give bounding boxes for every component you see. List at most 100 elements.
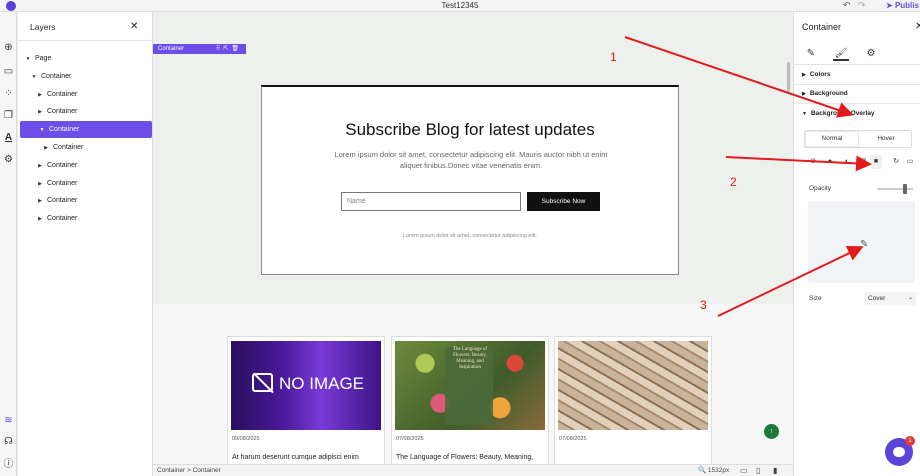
chat-widget-button[interactable]: 1 [885,436,915,466]
layer-label: Container [47,197,78,205]
opacity-slider[interactable] [877,184,913,194]
layer-item[interactable]: ▶ Container [18,175,153,192]
caret-right-icon[interactable]: ▶ [36,87,44,104]
chevron-down-icon: ⌄ [907,295,913,301]
close-icon[interactable]: ✕ [130,21,138,32]
caret-right-icon[interactable]: ▶ [36,176,44,193]
subscribe-button[interactable]: Subscribe Now [527,192,600,211]
settings-gear-icon[interactable]: ⚙ [3,154,14,165]
layer-label: Container [49,126,80,134]
desktop-icon[interactable]: ▭ [740,465,748,476]
book-cover-title: The Language of Flowers: Beauty, Meaning… [452,347,488,370]
caret-right-icon[interactable]: ▶ [36,211,44,228]
publish-button[interactable]: ➤ Publis [886,0,919,11]
breadcrumb: Container > Container [157,465,221,476]
layer-label: Container [47,215,78,223]
canvas-width: 🔍 1532px [698,465,729,476]
annotation-number-3: 3 [700,298,707,312]
size-select[interactable]: Cover ⌄ [864,292,916,305]
left-icon-rail: ⊕ ▭ ⁘ ❐ A ⚙ ≋ ☊ ⓘ [0,12,17,476]
hover-state-tab[interactable]: Hover [859,131,913,147]
caret-down-icon: ▼ [802,111,807,117]
plus-circle-icon[interactable]: ⊕ [3,42,14,53]
video-picker[interactable]: ✎ [808,201,915,283]
layer-label: Container [53,144,84,151]
caret-right-icon[interactable]: ▶ [36,193,44,210]
background-section[interactable]: ▶ Background [802,90,848,97]
editor-canvas[interactable]: Container ⠿⇱🗑 Subscribe Blog for latest … [153,12,793,464]
layer-item[interactable]: ▼ Container [18,68,153,85]
slider-knob[interactable] [903,184,907,194]
name-input[interactable]: Name [341,192,521,211]
breadcrumb-item[interactable]: Container [157,467,185,474]
tablet-icon[interactable]: ▯ [756,465,760,476]
size-label: Size [809,295,822,302]
background-type-selector: ⊘ ● ◐ ▤ ■ ↻ ▭ [804,155,913,171]
layer-item[interactable]: ▶ Container [18,86,153,103]
dots-grid-icon[interactable]: ⁘ [3,88,14,99]
layer-label: Container [47,161,78,169]
notification-badge: 1 [905,436,915,446]
pencil-icon[interactable]: ✎ [803,47,819,61]
caret-down-icon[interactable]: ▼ [38,122,46,139]
color-icon[interactable]: ● [824,155,836,169]
video-icon[interactable]: ■ [870,155,882,169]
layers-stack-icon[interactable]: ≋ [3,415,14,426]
layer-item[interactable]: ▼ Page [18,50,153,67]
caret-right-icon[interactable]: ▶ [36,158,44,175]
caret-down-icon[interactable]: ▼ [30,69,38,86]
layer-item[interactable]: ▶ Container [18,210,153,227]
properties-panel: Container ✕ ✎ 🖌 ⚙ ▶ Colors ▶ Background ▼ B… [793,12,920,476]
blog-card[interactable]: 07/08/2025 [554,336,712,464]
gradient-icon[interactable]: ◐ [841,155,853,169]
info-icon[interactable]: ⓘ [3,459,14,470]
gear-icon[interactable]: ⚙ [863,47,879,61]
blog-card[interactable]: The Language of Flowers: Beauty, Meaning… [391,336,549,464]
delete-icon[interactable]: 🗑 [231,46,242,52]
caret-down-icon[interactable]: ▼ [24,51,32,68]
mobile-icon[interactable]: ▮ [773,465,777,476]
subscribe-footer-text: Lorem ipsum dolor sit amet, consectetur … [403,233,537,239]
caret-right-icon[interactable]: ▶ [42,140,50,157]
scroll-to-top-button[interactable]: ↑ [764,424,779,439]
subscribe-heading: Subscribe Blog for latest updates [345,120,595,139]
blog-card[interactable]: NO IMAGE 09/08/2025 At harum deserunt cu… [227,336,385,464]
post-title[interactable]: At harum deserunt cumque adipisci enim [232,453,382,463]
caret-right-icon[interactable]: ▶ [36,104,44,121]
layer-item[interactable]: ▶ Container [18,103,153,120]
desktop-icon[interactable]: ▭ [904,155,916,169]
headset-icon[interactable]: ☊ [3,436,14,447]
redo-icon[interactable]: ↷ [858,0,866,11]
typography-icon[interactable]: A [3,132,14,143]
close-icon[interactable]: ✕ [915,21,920,32]
undo-icon[interactable]: ↶ [843,0,851,11]
pages-icon[interactable]: ❐ [3,110,14,121]
rectangle-icon[interactable]: ▭ [3,66,14,77]
image-icon[interactable]: ▤ [857,155,869,169]
subscribe-section[interactable]: Subscribe Blog for latest updates Lorem … [261,85,679,275]
video-upload-icon[interactable]: ✎ [860,239,868,250]
flowers-book-image: The Language of Flowers: Beauty, Meaning… [395,341,545,430]
none-icon[interactable]: ⊘ [807,155,819,169]
reset-icon[interactable]: ↻ [890,155,902,169]
colors-section[interactable]: ▶ Colors [802,71,830,78]
layer-item[interactable]: ▶ Container [18,157,153,174]
chat-bubble-icon [893,447,905,457]
background-overlay-section[interactable]: ▼ Background Overlay [802,110,875,117]
breadcrumb-item[interactable]: Container [193,467,221,474]
selection-toolbar[interactable]: Container ⠿⇱🗑 [153,44,246,54]
opacity-label: Opacity [809,185,832,192]
layer-item[interactable]: ▶ Container [18,139,153,156]
canvas-scrollbar[interactable] [787,62,790,92]
panel-tabs: ✎ 🖌 ⚙ [794,43,920,65]
post-date: 07/08/2025 [559,436,587,442]
brush-icon[interactable]: 🖌 [833,47,849,61]
layer-label: Container [47,90,78,98]
layer-item[interactable]: ▼ Container [20,121,152,139]
divider [794,103,920,104]
normal-state-tab[interactable]: Normal [805,131,859,147]
post-title[interactable]: The Language of Flowers: Beauty, Meaning… [396,453,546,464]
layer-item[interactable]: ▶ Container [18,192,153,209]
caret-right-icon: ▶ [802,91,806,97]
layer-label: Page [35,55,52,62]
